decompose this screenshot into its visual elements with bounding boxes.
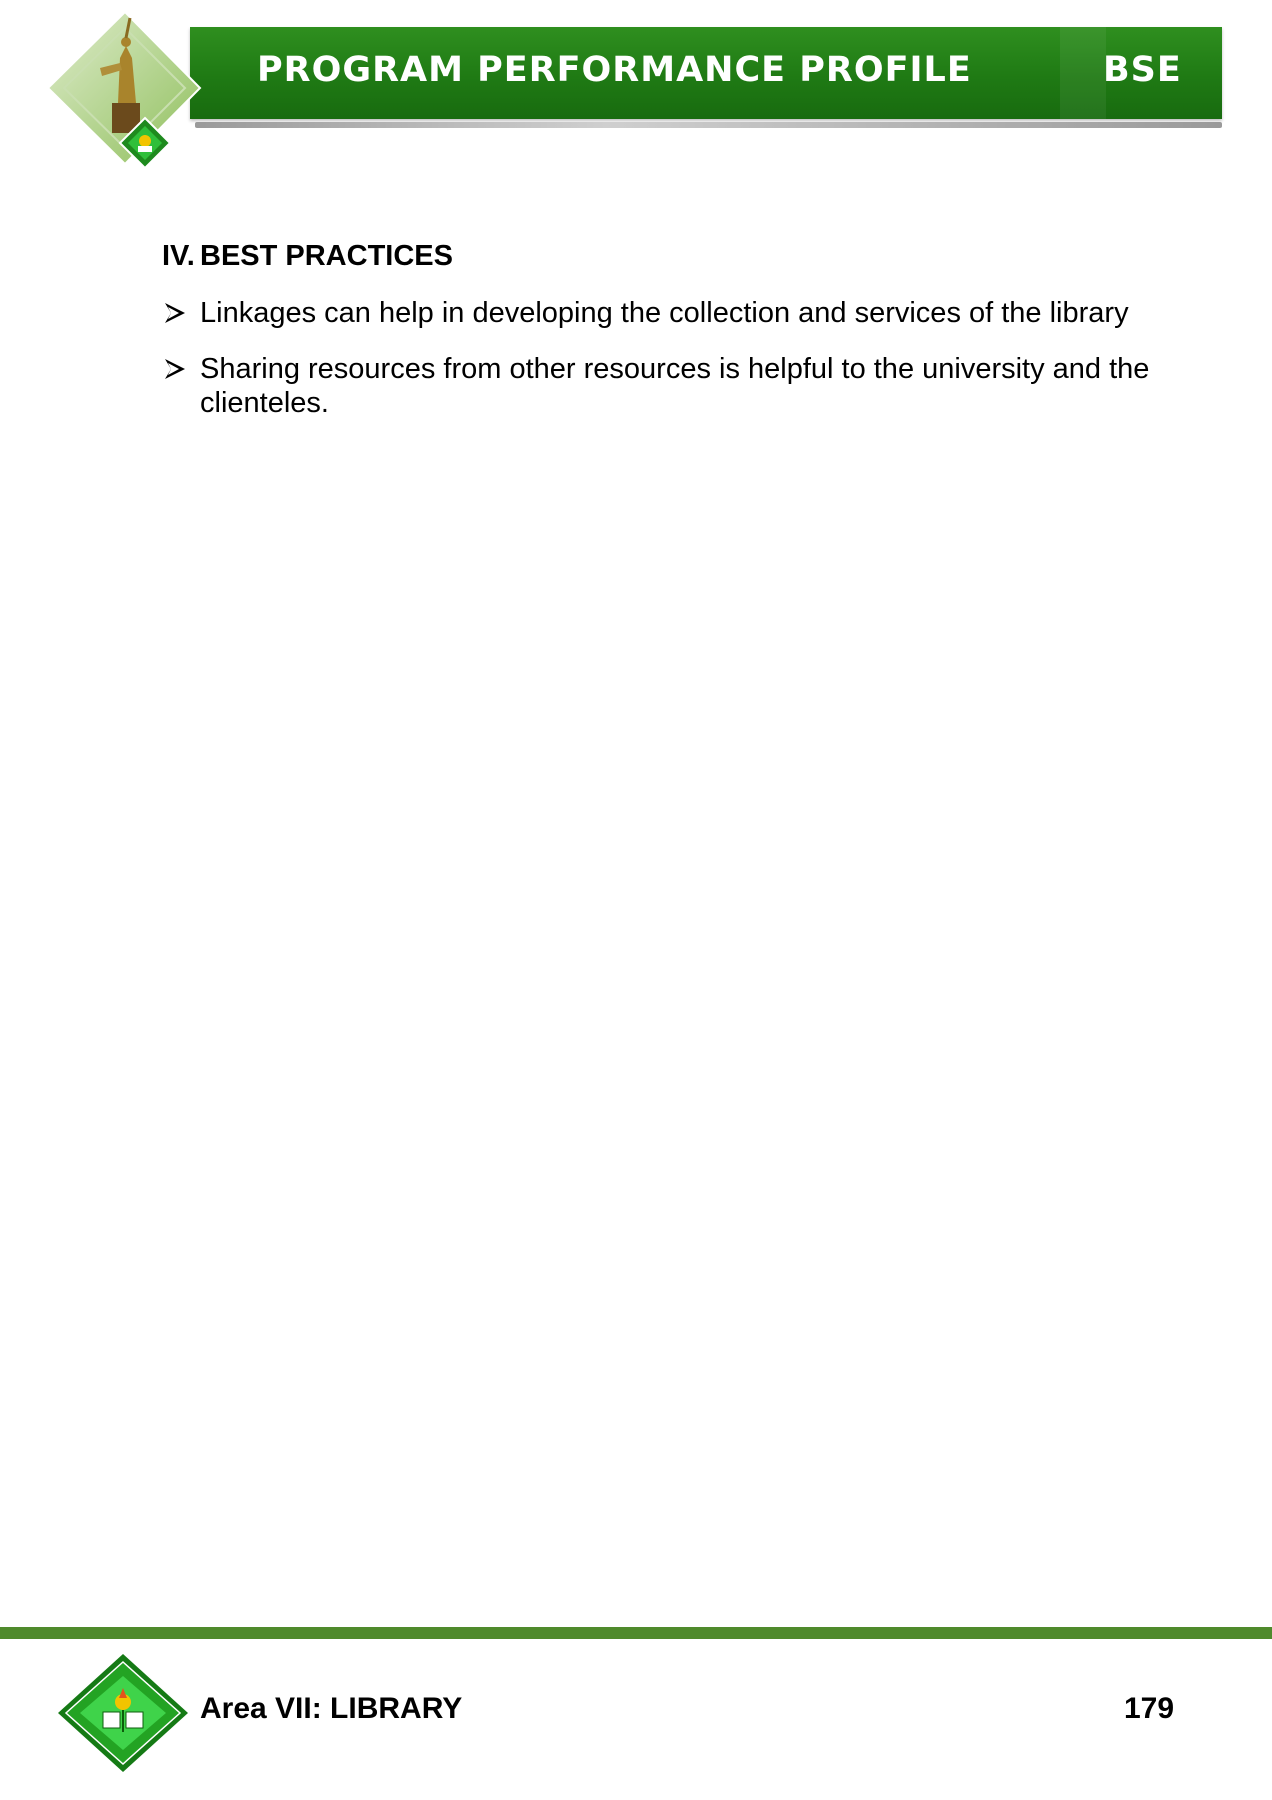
page-header: PROGRAM PERFORMANCE PROFILE BSE: [0, 0, 1272, 175]
footer-rule: [0, 1627, 1272, 1639]
list-item-text: Linkages can help in developing the coll…: [200, 297, 1129, 329]
section-title: BEST PRACTICES: [200, 240, 453, 272]
footer-area-label: Area VII: LIBRARY: [200, 1692, 463, 1725]
best-practices-list: Linkages can help in developing the coll…: [160, 296, 1200, 442]
section-number: IV.: [162, 240, 195, 272]
list-item: Sharing resources from other resources i…: [160, 352, 1200, 420]
university-statue-emblem-icon: [46, 10, 202, 170]
list-item: Linkages can help in developing the coll…: [160, 296, 1200, 330]
section-heading: IV. BEST PRACTICES: [162, 240, 453, 273]
list-item-text: Sharing resources from other resources i…: [200, 353, 1150, 419]
arrowhead-bullet-icon: [165, 359, 185, 379]
arrowhead-bullet-icon: [165, 303, 185, 323]
university-seal-icon: [58, 1654, 188, 1772]
header-title: PROGRAM PERFORMANCE PROFILE: [257, 50, 972, 90]
page-number: 179: [1124, 1692, 1175, 1725]
program-code: BSE: [1103, 50, 1182, 90]
header-underline: [195, 122, 1222, 128]
header-banner-accent: [1060, 27, 1106, 119]
